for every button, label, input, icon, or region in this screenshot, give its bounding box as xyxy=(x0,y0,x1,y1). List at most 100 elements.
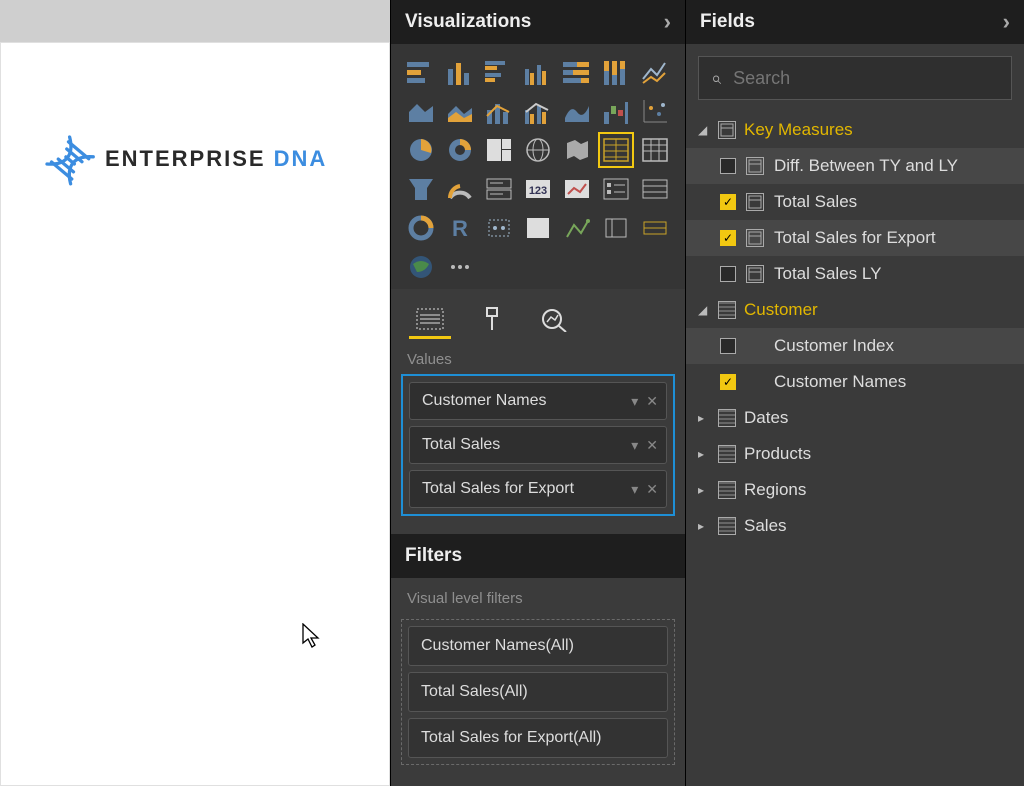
hundred-stacked-column-icon[interactable] xyxy=(598,54,634,90)
field-checkbox[interactable]: ✓ xyxy=(720,230,736,246)
table-icon xyxy=(718,301,736,319)
pie-chart-icon[interactable] xyxy=(403,132,439,168)
fields-group-sales[interactable]: ▸ Sales xyxy=(686,508,1024,544)
svg-text:R: R xyxy=(452,216,468,241)
stacked-column-chart-icon[interactable] xyxy=(442,54,478,90)
donut-chart-icon[interactable] xyxy=(442,132,478,168)
paginated-report-icon[interactable] xyxy=(637,210,673,246)
python-visual-icon[interactable] xyxy=(481,210,517,246)
format-tab[interactable] xyxy=(471,301,513,339)
treemap-icon[interactable] xyxy=(481,132,517,168)
line-chart-icon[interactable] xyxy=(637,54,673,90)
filter-label: Total Sales for Export(All) xyxy=(421,729,602,747)
calculator-icon xyxy=(746,229,764,247)
fields-tab[interactable] xyxy=(409,301,451,339)
visualization-gallery: 123 R xyxy=(391,44,685,289)
fields-group-dates[interactable]: ▸Dates xyxy=(686,400,1024,436)
filter-pill[interactable]: Total Sales for Export(All) xyxy=(408,718,668,758)
value-pill[interactable]: Customer Names ▾ ✕ xyxy=(409,382,667,420)
qa-visual-icon[interactable] xyxy=(598,210,634,246)
fields-group-products[interactable]: ▸Products xyxy=(686,436,1024,472)
fields-group-key-measures[interactable]: ◢Key Measures xyxy=(686,112,1024,148)
funnel-chart-icon[interactable] xyxy=(403,171,439,207)
more-visuals-icon[interactable] xyxy=(442,249,478,285)
fields-panel: Fields › ⌕ ◢Key MeasuresDiff. Between TY… xyxy=(685,0,1024,786)
collapse-panel-icon[interactable]: › xyxy=(1003,9,1010,35)
filter-pill[interactable]: Customer Names(All) xyxy=(408,626,668,666)
kpi-icon[interactable] xyxy=(559,171,595,207)
filter-label: Customer Names(All) xyxy=(421,637,574,655)
analytics-tab[interactable] xyxy=(533,301,575,339)
map-icon[interactable] xyxy=(520,132,556,168)
remove-field-icon[interactable]: ✕ xyxy=(646,481,658,498)
arcgis-map-icon[interactable] xyxy=(403,249,439,285)
visual-level-filters-well[interactable]: Customer Names(All) Total Sales(All) Tot… xyxy=(401,619,675,765)
field-checkbox[interactable] xyxy=(720,266,736,282)
fields-group-regions[interactable]: ▸Regions xyxy=(686,472,1024,508)
expand-right-icon: ▸ xyxy=(698,447,710,461)
fields-header: Fields › xyxy=(686,0,1024,44)
values-well[interactable]: Customer Names ▾✕ Total Sales ▾✕ Total S… xyxy=(401,374,675,516)
r-visual-icon[interactable]: R xyxy=(442,210,478,246)
field-item[interactable]: ✓ Customer Names xyxy=(686,364,1024,400)
clustered-bar-chart-icon[interactable] xyxy=(481,54,517,90)
fields-group-customer[interactable]: ◢Customer xyxy=(686,292,1024,328)
group-label: Sales xyxy=(744,516,787,536)
expand-right-icon: ▸ xyxy=(698,519,710,533)
field-item[interactable]: ✓ Total Sales for Export xyxy=(686,220,1024,256)
card-icon[interactable]: 123 xyxy=(520,171,556,207)
waterfall-chart-icon[interactable] xyxy=(598,93,634,129)
scatter-chart-icon[interactable] xyxy=(637,93,673,129)
remove-field-icon[interactable]: ✕ xyxy=(646,393,658,410)
field-item[interactable]: Customer Index xyxy=(686,328,1024,364)
field-checkbox[interactable] xyxy=(720,158,736,174)
matrix-visual-icon[interactable] xyxy=(637,132,673,168)
stacked-area-chart-icon[interactable] xyxy=(442,93,478,129)
report-canvas-outer: ENTERPRISE DNA xyxy=(0,0,390,786)
multi-row-card-icon[interactable] xyxy=(481,171,517,207)
field-item[interactable]: Diff. Between TY and LY xyxy=(686,148,1024,184)
remove-field-icon[interactable]: ✕ xyxy=(646,437,658,454)
collapse-panel-icon[interactable]: › xyxy=(664,9,671,35)
line-clustered-column-icon[interactable] xyxy=(520,93,556,129)
expand-down-icon: ◢ xyxy=(698,123,710,137)
value-label: Customer Names xyxy=(422,392,546,410)
fields-search[interactable]: ⌕ xyxy=(698,56,1012,100)
filled-map-icon[interactable] xyxy=(559,132,595,168)
hundred-stacked-bar-icon[interactable] xyxy=(559,54,595,90)
field-checkbox[interactable]: ✓ xyxy=(720,194,736,210)
fields-tree: ◢Key MeasuresDiff. Between TY and LY✓Tot… xyxy=(686,112,1024,544)
field-checkbox[interactable] xyxy=(720,338,736,354)
clustered-column-chart-icon[interactable] xyxy=(520,54,556,90)
stacked-bar-chart-icon[interactable] xyxy=(403,54,439,90)
field-label: Total Sales for Export xyxy=(774,228,936,248)
table-alt-icon[interactable] xyxy=(637,171,673,207)
filters-header: Filters xyxy=(391,534,685,578)
value-label: Total Sales for Export xyxy=(422,480,574,498)
field-checkbox[interactable]: ✓ xyxy=(720,374,736,390)
value-pill[interactable]: Total Sales for Export ▾ ✕ xyxy=(409,470,667,508)
value-pill[interactable]: Total Sales ▾✕ xyxy=(409,426,667,464)
field-label: Customer Names xyxy=(774,372,906,392)
table-visual-icon[interactable] xyxy=(598,132,634,168)
field-item[interactable]: ✓Total Sales xyxy=(686,184,1024,220)
visualizations-header: Visualizations › xyxy=(391,0,685,44)
area-chart-icon[interactable] xyxy=(403,93,439,129)
field-label: Customer Index xyxy=(774,336,894,356)
report-canvas[interactable]: ENTERPRISE DNA xyxy=(0,42,390,786)
donut-multi-icon[interactable] xyxy=(403,210,439,246)
slicer-icon[interactable] xyxy=(598,171,634,207)
filter-pill[interactable]: Total Sales(All) xyxy=(408,672,668,712)
chevron-down-icon[interactable]: ▾ xyxy=(631,481,638,498)
chevron-down-icon[interactable]: ▾ xyxy=(631,393,638,410)
decomposition-tree-icon[interactable] xyxy=(559,210,595,246)
line-stacked-column-icon[interactable] xyxy=(481,93,517,129)
gauge-icon[interactable] xyxy=(442,171,478,207)
key-influencers-icon[interactable] xyxy=(520,210,556,246)
ribbon-chart-icon[interactable] xyxy=(559,93,595,129)
fields-title: Fields xyxy=(700,11,755,33)
field-item[interactable]: Total Sales LY xyxy=(686,256,1024,292)
chevron-down-icon[interactable]: ▾ xyxy=(631,437,638,454)
search-input[interactable] xyxy=(733,68,999,89)
svg-text:123: 123 xyxy=(529,185,547,197)
